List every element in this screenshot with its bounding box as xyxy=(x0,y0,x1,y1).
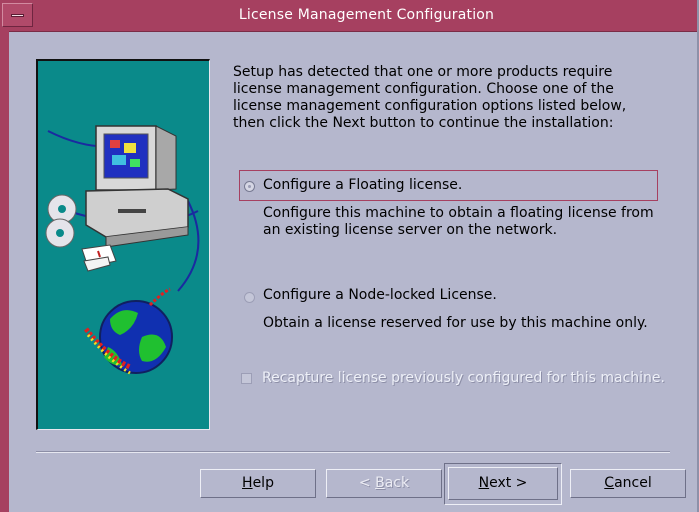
help-mnemonic: H xyxy=(242,475,253,491)
button-separator xyxy=(36,451,670,453)
installer-dialog: License Management Configuration Setup h… xyxy=(0,0,699,512)
cancel-label: ancel xyxy=(614,475,652,491)
help-label: elp xyxy=(252,475,274,491)
floating-license-label[interactable]: Configure a Floating license. xyxy=(263,177,462,193)
floating-license-description: Configure this machine to obtain a float… xyxy=(263,205,654,238)
window-title: License Management Configuration xyxy=(238,7,495,23)
recapture-license-checkbox[interactable] xyxy=(241,373,252,384)
window-frame-left xyxy=(0,31,9,512)
installer-illustration xyxy=(36,59,210,430)
cancel-button[interactable]: Cancel xyxy=(570,469,686,498)
back-button[interactable]: < Back xyxy=(326,469,442,498)
node-locked-license-description: Obtain a license reserved for use by thi… xyxy=(263,315,648,331)
back-label: ack xyxy=(384,475,410,491)
window-menu-icon xyxy=(11,14,24,17)
cancel-mnemonic: C xyxy=(604,475,615,491)
back-prefix: < xyxy=(358,475,376,491)
next-button[interactable]: Next > xyxy=(448,467,558,500)
next-label: ext > xyxy=(489,475,528,491)
help-button[interactable]: Help xyxy=(200,469,316,498)
window-menu-button[interactable] xyxy=(2,3,33,27)
back-mnemonic: B xyxy=(375,475,385,491)
node-locked-license-label[interactable]: Configure a Node-locked License. xyxy=(263,287,497,303)
title-bar[interactable]: License Management Configuration xyxy=(0,0,697,32)
next-mnemonic: N xyxy=(478,475,490,491)
node-locked-license-radio[interactable] xyxy=(244,292,255,303)
computer-globe-icon xyxy=(38,61,209,429)
recapture-license-label[interactable]: Recapture license previously configured … xyxy=(262,370,665,386)
floating-license-radio[interactable] xyxy=(244,181,255,192)
intro-text: Setup has detected that one or more prod… xyxy=(233,64,627,131)
